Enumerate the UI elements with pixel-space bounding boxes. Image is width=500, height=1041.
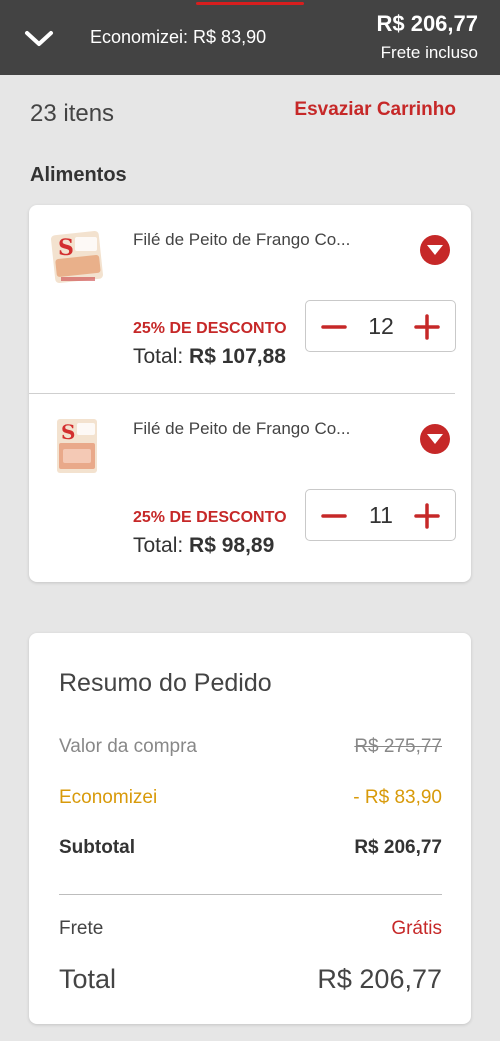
product-name[interactable]: Filé de Peito de Frango Co... xyxy=(133,230,383,250)
quantity-stepper: 11 xyxy=(305,489,456,541)
plus-icon[interactable] xyxy=(409,498,445,534)
product-name[interactable]: Filé de Peito de Frango Co... xyxy=(133,419,383,439)
quantity-stepper: 12 xyxy=(305,300,456,352)
header-total: R$ 206,77 xyxy=(376,11,478,36)
chevron-down-icon[interactable] xyxy=(22,25,56,51)
minus-icon[interactable] xyxy=(316,309,352,345)
svg-text:S: S xyxy=(61,420,75,444)
cart-item: S Filé de Peito de Frango Co... 25% DE D… xyxy=(29,205,471,393)
plus-icon[interactable] xyxy=(409,309,445,345)
item-total-label: Total: xyxy=(133,345,184,368)
empty-cart-button[interactable]: Esvaziar Carrinho xyxy=(294,99,456,121)
item-total-label: Total: xyxy=(133,534,184,557)
cart-items-card: S Filé de Peito de Frango Co... 25% DE D… xyxy=(29,205,471,582)
savings-value: - R$ 83,90 xyxy=(353,787,442,808)
summary-title: Resumo do Pedido xyxy=(59,669,272,697)
subtotal-label: Subtotal xyxy=(59,837,135,858)
cart-item-count: 23 itens xyxy=(30,100,115,127)
total-label: Total xyxy=(59,964,117,994)
svg-text:S: S xyxy=(58,235,74,261)
product-image[interactable]: S xyxy=(49,227,105,287)
purchase-value: R$ 275,77 xyxy=(354,736,442,757)
summary-divider xyxy=(59,894,442,895)
item-total-value: R$ 107,88 xyxy=(189,345,286,368)
subtotal-value: R$ 206,77 xyxy=(354,837,442,858)
cart-item: S Filé de Peito de Frango Co... 25% DE D… xyxy=(29,394,471,582)
header-accent-bar xyxy=(196,2,304,5)
total-value: R$ 206,77 xyxy=(317,964,442,994)
cart-header: Economizei: R$ 83,90 R$ 206,77 Frete inc… xyxy=(0,0,500,75)
quantity-value[interactable]: 12 xyxy=(356,313,406,340)
minus-icon[interactable] xyxy=(316,498,352,534)
item-total: Total: R$ 107,88 xyxy=(133,345,286,369)
purchase-label: Valor da compra xyxy=(59,736,197,757)
discount-label: 25% DE DESCONTO xyxy=(133,320,287,337)
item-total: Total: R$ 98,89 xyxy=(133,534,274,558)
shipping-label: Frete xyxy=(59,918,104,939)
product-image[interactable]: S xyxy=(55,417,99,475)
header-savings: Economizei: R$ 83,90 xyxy=(90,27,267,47)
quantity-value[interactable]: 11 xyxy=(356,502,406,529)
shipping-value: Grátis xyxy=(391,918,442,939)
section-title: Alimentos xyxy=(30,164,127,186)
discount-label: 25% DE DESCONTO xyxy=(133,509,287,526)
item-total-value: R$ 98,89 xyxy=(189,534,275,557)
savings-label: Economizei xyxy=(59,787,158,808)
caret-down-circle-icon[interactable] xyxy=(420,424,450,454)
caret-down-circle-icon[interactable] xyxy=(420,235,450,265)
order-summary-card: Resumo do Pedido Valor da compra R$ 275,… xyxy=(29,633,471,1024)
header-shipping-note: Frete incluso xyxy=(380,43,478,62)
